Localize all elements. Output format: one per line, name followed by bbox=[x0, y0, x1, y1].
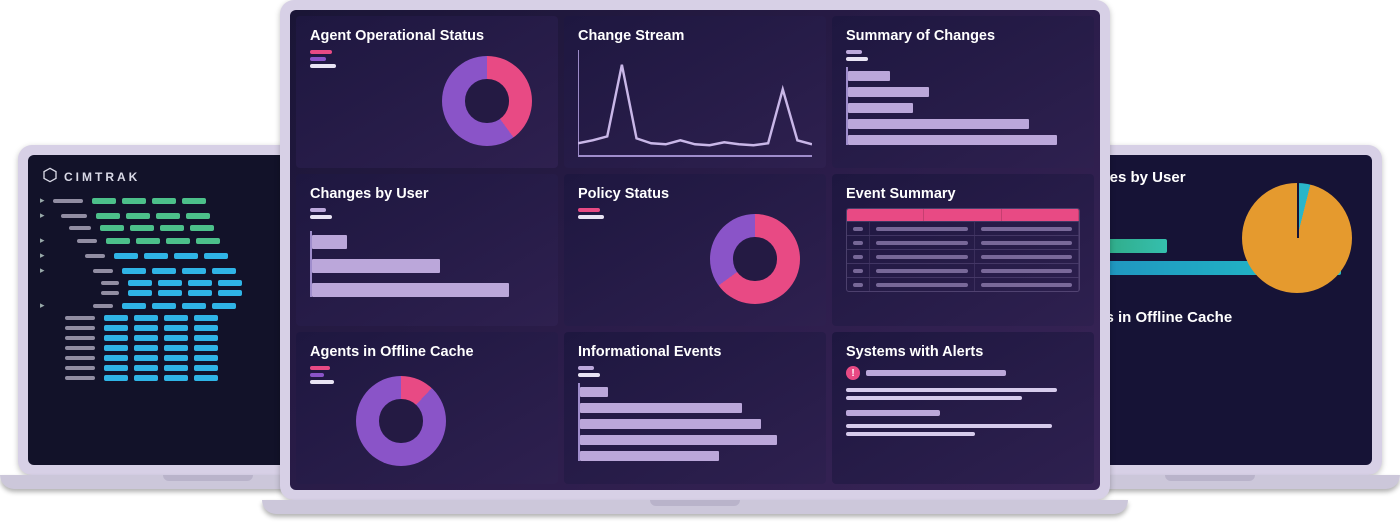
donut-chart bbox=[710, 214, 800, 304]
card-agent-operational-status[interactable]: Agent Operational Status bbox=[296, 16, 558, 168]
card-title: Change Stream bbox=[578, 28, 812, 44]
screen-center: Agent Operational Status Change Stream bbox=[290, 10, 1100, 490]
pie-chart bbox=[1242, 183, 1352, 293]
laptop-base bbox=[262, 500, 1128, 514]
card-changes-by-user[interactable]: Changes by User bbox=[296, 174, 558, 326]
card-systems-with-alerts[interactable]: Systems with Alerts ! bbox=[832, 332, 1094, 484]
card-event-summary[interactable]: Event Summary bbox=[832, 174, 1094, 326]
card-summary-of-changes[interactable]: Summary of Changes bbox=[832, 16, 1094, 168]
card-title: Changes by User bbox=[310, 186, 544, 202]
card-title: Agents in Offline Cache bbox=[310, 344, 544, 360]
bar-chart bbox=[578, 383, 812, 461]
chart-legend bbox=[310, 366, 544, 384]
alert-icon: ! bbox=[846, 366, 860, 380]
line-chart bbox=[578, 50, 812, 158]
card-title: Event Summary bbox=[846, 186, 1080, 202]
laptop-center: Agent Operational Status Change Stream bbox=[280, 0, 1110, 514]
bar-chart bbox=[310, 231, 544, 297]
card-title: Systems with Alerts bbox=[846, 344, 1080, 360]
alert-item bbox=[846, 410, 1080, 416]
card-informational-events[interactable]: Informational Events bbox=[564, 332, 826, 484]
card-title: Agent Operational Status bbox=[310, 28, 544, 44]
card-title: Summary of Changes bbox=[846, 28, 1080, 44]
alert-text-lines bbox=[846, 424, 1080, 436]
chart-legend bbox=[846, 50, 1080, 61]
donut-chart bbox=[442, 56, 532, 146]
card-title: Informational Events bbox=[578, 344, 812, 360]
event-table bbox=[846, 208, 1080, 292]
dashboard-grid: Agent Operational Status Change Stream bbox=[290, 10, 1100, 490]
card-change-stream[interactable]: Change Stream bbox=[564, 16, 826, 168]
chart-legend bbox=[578, 366, 812, 377]
alert-text-lines bbox=[846, 388, 1080, 400]
chart-legend bbox=[310, 208, 544, 219]
card-agents-offline-cache[interactable]: Agents in Offline Cache bbox=[296, 332, 558, 484]
chart-legend bbox=[578, 208, 812, 219]
brand: CIMTRAK bbox=[42, 167, 140, 186]
hexagon-icon bbox=[42, 167, 58, 186]
card-title: Policy Status bbox=[578, 186, 812, 202]
alert-item: ! bbox=[846, 366, 1080, 380]
donut-chart bbox=[356, 376, 446, 466]
screen-frame: Agent Operational Status Change Stream bbox=[280, 0, 1110, 500]
bar-chart bbox=[846, 67, 1080, 145]
brand-text: CIMTRAK bbox=[64, 170, 140, 184]
card-policy-status[interactable]: Policy Status bbox=[564, 174, 826, 326]
